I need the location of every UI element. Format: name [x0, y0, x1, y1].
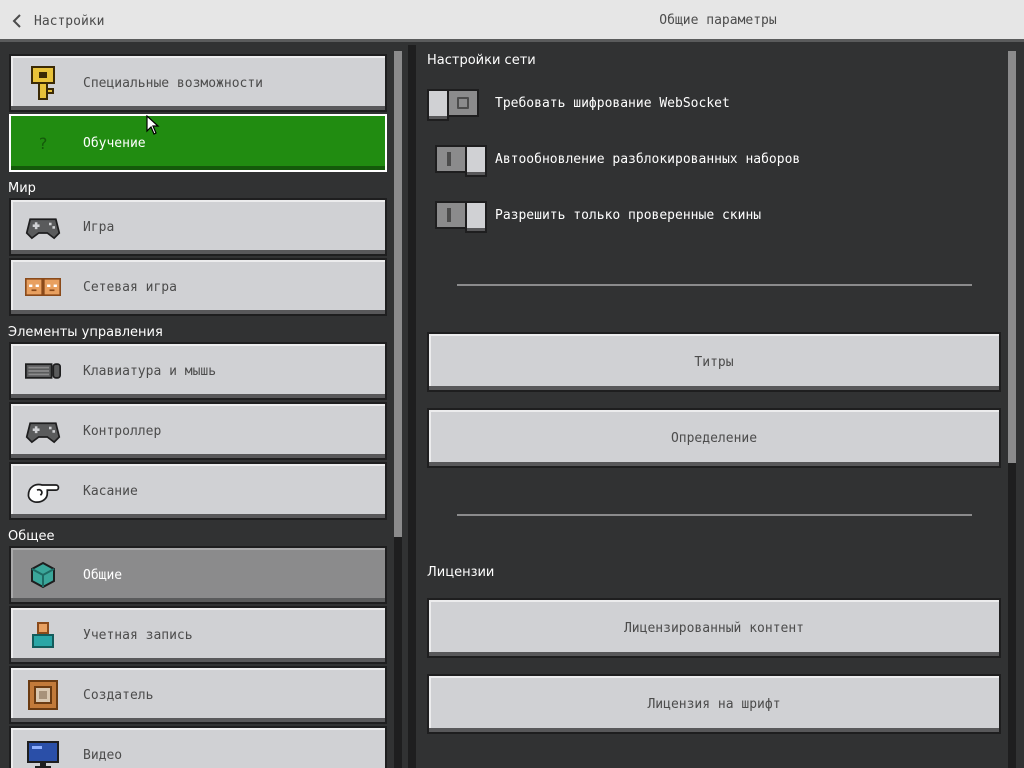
- divider: [457, 514, 972, 516]
- toggle-knob: [427, 89, 449, 121]
- panel-scrollbar-thumb[interactable]: [1008, 51, 1016, 463]
- settings-nav: Специальные возможности ? Обучение Мир И…: [0, 45, 408, 768]
- nav-item-accessibility[interactable]: Специальные возможности: [9, 54, 387, 112]
- page-title: Общие параметры: [659, 13, 777, 28]
- nav-label: Касание: [83, 483, 138, 499]
- keyboard-mouse-icon: [25, 353, 61, 389]
- players-icon: [25, 269, 61, 305]
- nav-label: Клавиатура и мышь: [83, 363, 217, 379]
- nav-label: Видео: [83, 747, 123, 763]
- nav-item-controller[interactable]: Контроллер: [9, 402, 387, 460]
- key-icon: [25, 65, 61, 101]
- toggle-on-glyph-icon: [447, 152, 451, 166]
- section-header-controls: Элементы управления: [8, 325, 163, 340]
- gamepad-icon: [25, 209, 61, 245]
- command-block-icon: [25, 677, 61, 713]
- toggle-verified-skins[interactable]: Разрешить только проверенные скины: [427, 199, 762, 233]
- network-settings-header: Настройки сети: [427, 53, 536, 68]
- back-button[interactable]: Настройки: [10, 10, 104, 32]
- credits-button[interactable]: Титры: [427, 332, 1001, 392]
- nav-label: Обучение: [83, 135, 146, 151]
- monitor-icon: [25, 737, 61, 768]
- nav-item-video[interactable]: Видео: [9, 726, 387, 768]
- nav-item-learning[interactable]: ? Обучение: [9, 114, 387, 172]
- title-bar: Настройки Общие параметры: [0, 0, 1024, 42]
- back-label: Настройки: [34, 13, 105, 29]
- nav-item-game[interactable]: Игра: [9, 198, 387, 256]
- toggle-label: Требовать шифрование WebSocket: [495, 95, 730, 111]
- toggle-switch-on[interactable]: [435, 201, 487, 233]
- touch-hand-icon: [25, 473, 61, 509]
- question-icon: ?: [38, 133, 48, 153]
- toggle-knob: [465, 145, 487, 177]
- divider: [457, 284, 972, 286]
- nav-item-creator[interactable]: Создатель: [9, 666, 387, 724]
- section-header-general: Общее: [8, 529, 55, 544]
- nav-scrollbar[interactable]: [394, 51, 402, 768]
- licenses-header: Лицензии: [427, 565, 495, 580]
- licensed-content-button[interactable]: Лицензированный контент: [427, 598, 1001, 658]
- section-header-world: Мир: [8, 181, 36, 196]
- font-license-button[interactable]: Лицензия на шрифт: [427, 674, 1001, 734]
- nav-item-general[interactable]: Общие: [9, 546, 387, 604]
- cube-icon: [25, 557, 61, 593]
- toggle-websocket-encryption[interactable]: Требовать шифрование WebSocket: [427, 87, 730, 121]
- nav-label: Сетевая игра: [83, 279, 177, 295]
- toggle-knob: [465, 201, 487, 233]
- toggle-off-glyph-icon: [457, 97, 469, 109]
- chevron-left-icon: [12, 14, 21, 28]
- panel-divider: [408, 45, 416, 768]
- nav-scrollbar-thumb[interactable]: [394, 51, 402, 537]
- attribution-button[interactable]: Определение: [427, 408, 1001, 468]
- toggle-auto-update-packs[interactable]: Автообновление разблокированных наборов: [427, 143, 801, 177]
- toggle-on-glyph-icon: [447, 208, 451, 222]
- nav-label: Специальные возможности: [83, 75, 264, 91]
- nav-label: Контроллер: [83, 423, 162, 439]
- nav-label: Учетная запись: [83, 627, 193, 643]
- general-settings-panel: Настройки сети Требовать шифрование WebS…: [416, 45, 1024, 768]
- toggle-label: Автообновление разблокированных наборов: [495, 151, 801, 167]
- account-icon: [25, 617, 61, 653]
- controller-icon: [25, 413, 61, 449]
- toggle-switch-on[interactable]: [435, 145, 487, 177]
- nav-item-touch[interactable]: Касание: [9, 462, 387, 520]
- nav-label: Общие: [83, 567, 123, 583]
- nav-item-keyboard-mouse[interactable]: Клавиатура и мышь: [9, 342, 387, 400]
- nav-item-multiplayer[interactable]: Сетевая игра: [9, 258, 387, 316]
- toggle-label: Разрешить только проверенные скины: [495, 207, 762, 223]
- panel-scrollbar[interactable]: [1008, 51, 1016, 768]
- toggle-switch-off[interactable]: [427, 89, 479, 121]
- nav-label: Игра: [83, 219, 115, 235]
- nav-item-account[interactable]: Учетная запись: [9, 606, 387, 664]
- nav-label: Создатель: [83, 687, 154, 703]
- mouse-cursor-icon: [146, 115, 160, 135]
